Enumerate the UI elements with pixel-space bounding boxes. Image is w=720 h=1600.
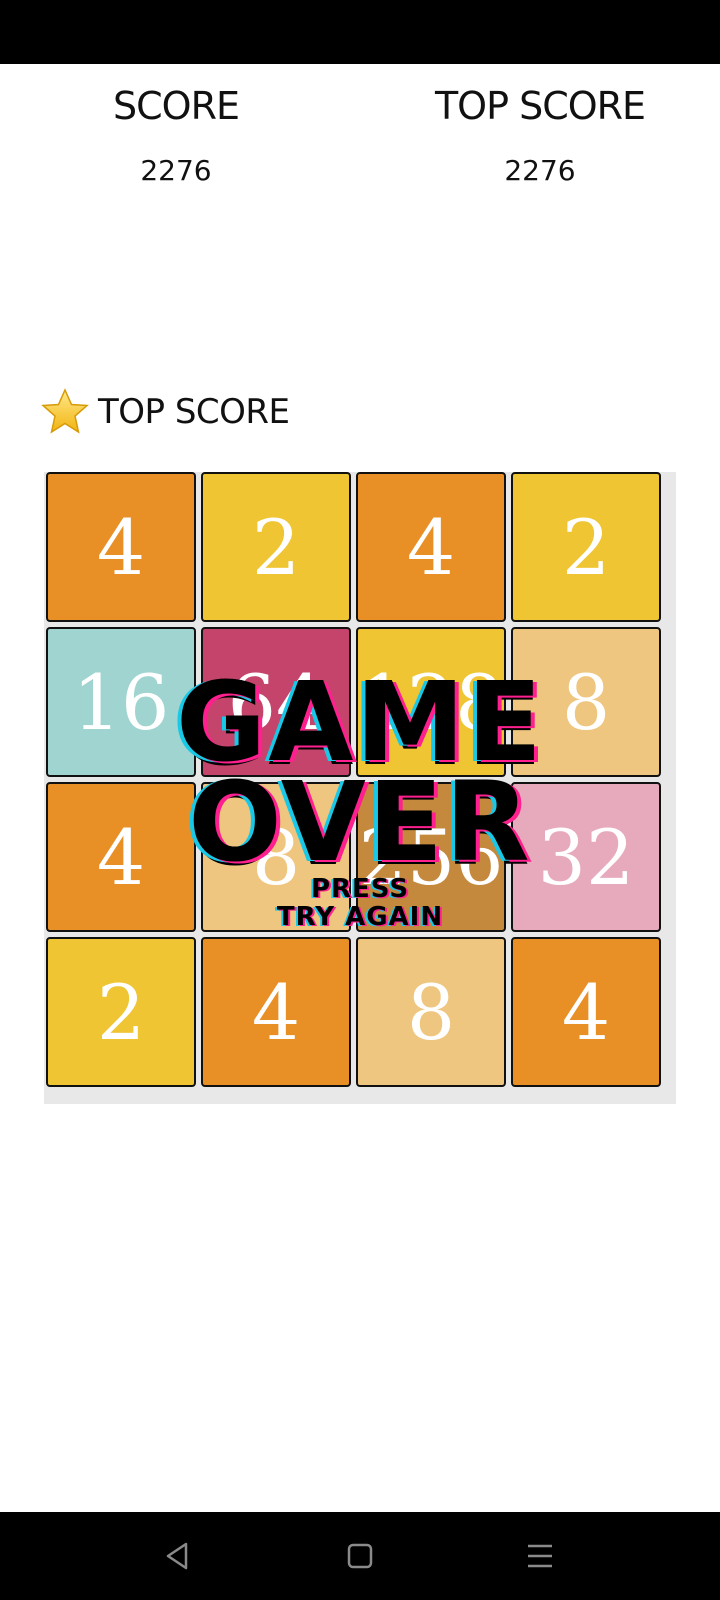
try-again-button[interactable]: TRY AGAIN [44,902,676,932]
tile: 2 [201,472,351,622]
tile: 4 [356,472,506,622]
press-label: PRESS [310,874,410,904]
game-over-title-line2: OVER [188,758,532,886]
score-panel: SCORE 2276 [26,84,326,187]
top-score-link-label: TOP SCORE [98,392,290,432]
score-value: 2276 [140,154,212,187]
tile: 8 [356,937,506,1087]
home-icon[interactable] [338,1534,382,1578]
tile: 4 [201,937,351,1087]
tile: 4 [46,472,196,622]
tile: 4 [511,937,661,1087]
status-bar [0,0,720,64]
top-score-value: 2276 [504,154,576,187]
score-label: SCORE [113,84,240,128]
navigation-bar [0,1512,720,1600]
game-over-overlay[interactable]: GAME OVER PRESS TRY AGAIN [44,620,676,940]
menu-icon[interactable] [518,1534,562,1578]
top-score-button[interactable]: TOP SCORE [40,384,290,440]
top-score-label: TOP SCORE [434,84,646,128]
star-icon [41,388,89,434]
tile: 2 [46,937,196,1087]
top-score-panel: TOP SCORE 2276 [390,84,690,187]
tile: 2 [511,472,661,622]
back-icon[interactable] [156,1534,200,1578]
